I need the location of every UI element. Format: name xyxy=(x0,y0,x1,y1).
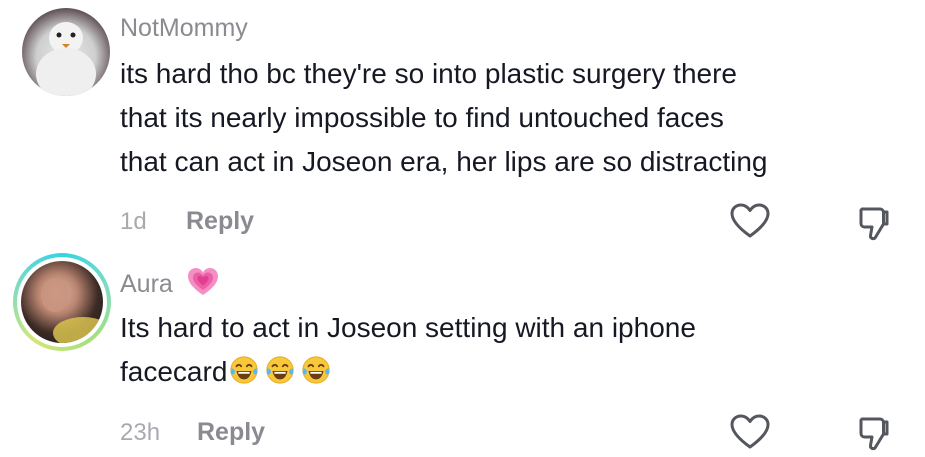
comment-text-line: facecard xyxy=(120,356,228,387)
comment-item: NotMommy its hard tho bc they're so into… xyxy=(0,0,925,250)
comment-text: its hard tho bc they're so into plastic … xyxy=(120,52,767,184)
comment-text-line: Its hard to act in Joseon setting with a… xyxy=(120,312,696,343)
comment-text-line: its hard tho bc they're so into plastic … xyxy=(120,58,737,89)
dislike-icon[interactable] xyxy=(858,416,890,457)
avatar-story-ring[interactable] xyxy=(13,253,111,351)
laughing-tears-emoji xyxy=(302,356,330,384)
profile-photo xyxy=(41,278,103,343)
comment-text-line-with-emojis: facecard xyxy=(120,350,696,394)
reply-button[interactable]: Reply xyxy=(197,418,265,447)
comment-username[interactable]: NotMommy xyxy=(120,14,248,43)
reply-button[interactable]: Reply xyxy=(186,207,254,236)
comment-timestamp: 23h xyxy=(120,419,161,446)
avatar[interactable] xyxy=(22,8,110,96)
comment-timestamp: 1d xyxy=(120,208,147,235)
comment-text-line: that its nearly impossible to find untou… xyxy=(120,102,724,133)
comment-item: Aura Its hard to act in Joseon setting w… xyxy=(0,250,925,455)
laughing-tears-emoji xyxy=(230,356,258,384)
comment-text-line: that can act in Joseon era, her lips are… xyxy=(120,146,768,177)
like-heart-icon[interactable] xyxy=(730,414,770,455)
dislike-icon[interactable] xyxy=(858,206,890,247)
avatar xyxy=(21,261,103,343)
comment-username[interactable]: Aura xyxy=(120,270,173,299)
laughing-tears-emoji xyxy=(266,356,294,384)
snowman-avatar-image xyxy=(36,22,96,96)
comment-text: Its hard to act in Joseon setting with a… xyxy=(120,306,696,394)
growing-heart-emoji xyxy=(187,267,219,302)
like-heart-icon[interactable] xyxy=(730,203,770,244)
